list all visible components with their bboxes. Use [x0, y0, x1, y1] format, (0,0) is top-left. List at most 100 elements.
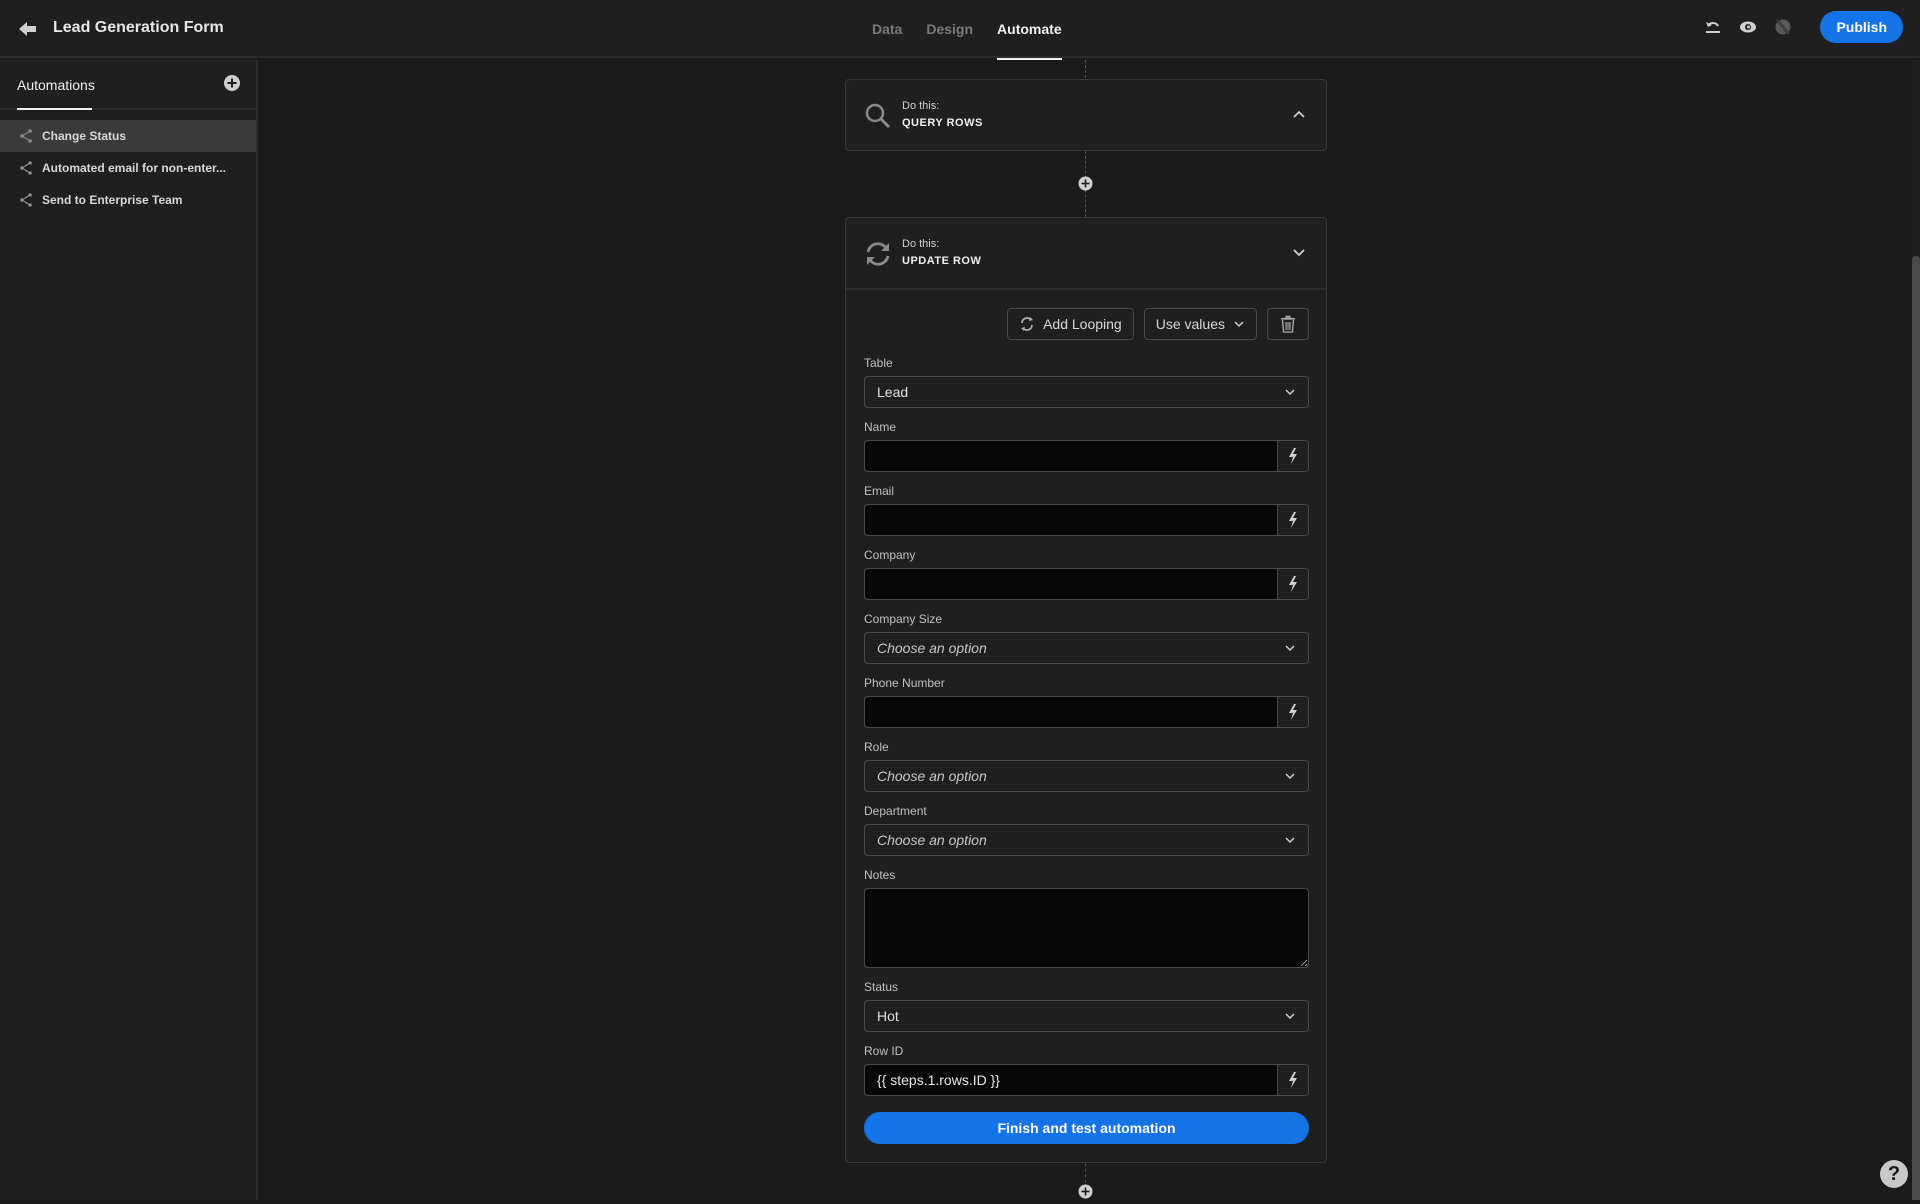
- sidebar-header: Automations: [0, 60, 256, 110]
- email-input-group: [864, 504, 1309, 536]
- binding-lightning-icon[interactable]: [1277, 441, 1308, 471]
- email-input[interactable]: [865, 505, 1277, 535]
- app-title: Lead Generation Form: [53, 19, 224, 36]
- globe-disabled-icon[interactable]: [1771, 15, 1795, 39]
- status-select-value: Hot: [877, 1008, 899, 1024]
- help-button[interactable]: ?: [1880, 1160, 1908, 1188]
- step-actions: Add Looping Use values: [864, 308, 1309, 340]
- field-label: Phone Number: [864, 676, 945, 690]
- field-label: Status: [864, 980, 899, 994]
- phone-number-input[interactable]: [865, 697, 1277, 727]
- automation-item-label: Send to Enterprise Team: [42, 193, 183, 207]
- back-arrow-icon[interactable]: [17, 18, 39, 40]
- row-id-input[interactable]: [865, 1065, 1277, 1095]
- table-select-value: Lead: [877, 384, 909, 400]
- flow-connector: [1085, 60, 1086, 78]
- field-label: Company Size: [864, 612, 943, 626]
- main-tabs: Data Design Automate: [872, 0, 1086, 60]
- share-node-icon: [20, 161, 32, 175]
- chevron-down-icon: [1285, 1013, 1295, 1020]
- chevron-down-icon: [1285, 773, 1295, 780]
- share-node-icon: [20, 129, 32, 143]
- step-label: Do this:: [902, 238, 940, 250]
- finish-and-test-button[interactable]: Finish and test automation: [864, 1112, 1309, 1144]
- top-actions: Publish: [1701, 11, 1903, 43]
- step-card-query-rows: Do this: QUERY ROWS: [845, 79, 1327, 151]
- field-department: Department Choose an option: [864, 804, 1309, 856]
- step-name: UPDATE ROW: [902, 255, 982, 267]
- add-automation-icon[interactable]: [223, 74, 241, 92]
- chevron-down-icon: [1285, 645, 1295, 652]
- field-label: Department: [864, 804, 927, 818]
- field-label: Company: [864, 548, 916, 562]
- company-size-select[interactable]: Choose an option: [864, 632, 1309, 664]
- sidebar-title[interactable]: Automations: [17, 77, 95, 93]
- field-company-size: Company Size Choose an option: [864, 612, 1309, 664]
- use-values-dropdown[interactable]: Use values: [1143, 308, 1257, 340]
- role-select[interactable]: Choose an option: [864, 760, 1309, 792]
- binding-lightning-icon[interactable]: [1277, 505, 1308, 535]
- chevron-up-icon[interactable]: [1292, 107, 1306, 121]
- select-placeholder: Choose an option: [877, 768, 987, 784]
- step-label: Do this:: [902, 100, 940, 112]
- sidebar: Automations Change Status Automated emai…: [0, 60, 258, 1200]
- delete-step-button[interactable]: [1267, 308, 1309, 340]
- add-looping-label: Add Looping: [1043, 316, 1122, 332]
- chevron-down-icon: [1285, 837, 1295, 844]
- binding-lightning-icon[interactable]: [1277, 697, 1308, 727]
- canvas-scrollbar[interactable]: [1912, 60, 1920, 1200]
- chevron-down-icon: [1285, 389, 1295, 396]
- undo-icon[interactable]: [1701, 15, 1725, 39]
- scrollbar-thumb[interactable]: [1912, 256, 1920, 1200]
- tab-data[interactable]: Data: [872, 0, 902, 58]
- step-card-header[interactable]: Do this: UPDATE ROW: [846, 218, 1326, 288]
- tab-automate[interactable]: Automate: [997, 0, 1062, 60]
- automation-item-label: Change Status: [42, 129, 127, 143]
- field-email: Email: [864, 484, 1309, 536]
- chevron-down-icon[interactable]: [1292, 245, 1306, 259]
- automation-item-send-to-enterprise[interactable]: Send to Enterprise Team: [0, 184, 256, 216]
- publish-button[interactable]: Publish: [1820, 11, 1903, 43]
- notes-textarea[interactable]: [864, 888, 1309, 968]
- field-phone-number: Phone Number: [864, 676, 1309, 728]
- field-label: Table: [864, 356, 893, 370]
- field-row-id: Row ID: [864, 1044, 1309, 1096]
- step-card-header[interactable]: Do this: QUERY ROWS: [846, 80, 1326, 150]
- company-input[interactable]: [865, 569, 1277, 599]
- field-label: Row ID: [864, 1044, 904, 1058]
- department-select[interactable]: Choose an option: [864, 824, 1309, 856]
- field-table: Table Lead: [864, 356, 1309, 408]
- table-select[interactable]: Lead: [864, 376, 1309, 408]
- sidebar-title-underline: [17, 108, 92, 110]
- field-label: Email: [864, 484, 895, 498]
- name-input[interactable]: [865, 441, 1277, 471]
- top-bar: Lead Generation Form Data Design Automat…: [0, 0, 1920, 60]
- company-input-group: [864, 568, 1309, 600]
- field-company: Company: [864, 548, 1309, 600]
- tab-design[interactable]: Design: [926, 0, 973, 58]
- share-node-icon: [20, 193, 32, 207]
- field-name: Name: [864, 420, 1309, 472]
- add-step-icon[interactable]: [1078, 1184, 1093, 1199]
- preview-eye-icon[interactable]: [1736, 15, 1760, 39]
- binding-lightning-icon[interactable]: [1277, 569, 1308, 599]
- automation-item-automated-email[interactable]: Automated email for non-enter...: [0, 152, 256, 184]
- use-values-label: Use values: [1155, 316, 1225, 332]
- step-name: QUERY ROWS: [902, 117, 983, 129]
- automation-item-label: Automated email for non-enter...: [42, 161, 227, 175]
- add-step-icon[interactable]: [1078, 176, 1093, 191]
- chevron-down-icon: [1234, 321, 1244, 328]
- field-label: Role: [864, 740, 889, 754]
- field-label: Name: [864, 420, 897, 434]
- status-select[interactable]: Hot: [864, 1000, 1309, 1032]
- name-input-group: [864, 440, 1309, 472]
- select-placeholder: Choose an option: [877, 640, 987, 656]
- step-card-body: Add Looping Use values Table Lead Name E…: [846, 288, 1326, 1162]
- step-card-update-row: Do this: UPDATE ROW Add Looping Use valu…: [845, 217, 1327, 1163]
- automation-item-change-status[interactable]: Change Status: [0, 120, 256, 152]
- automation-list: Change Status Automated email for non-en…: [0, 120, 256, 216]
- binding-lightning-icon[interactable]: [1277, 1065, 1308, 1095]
- add-looping-button[interactable]: Add Looping: [1007, 308, 1134, 340]
- field-label: Notes: [864, 868, 896, 882]
- refresh-icon: [866, 242, 890, 266]
